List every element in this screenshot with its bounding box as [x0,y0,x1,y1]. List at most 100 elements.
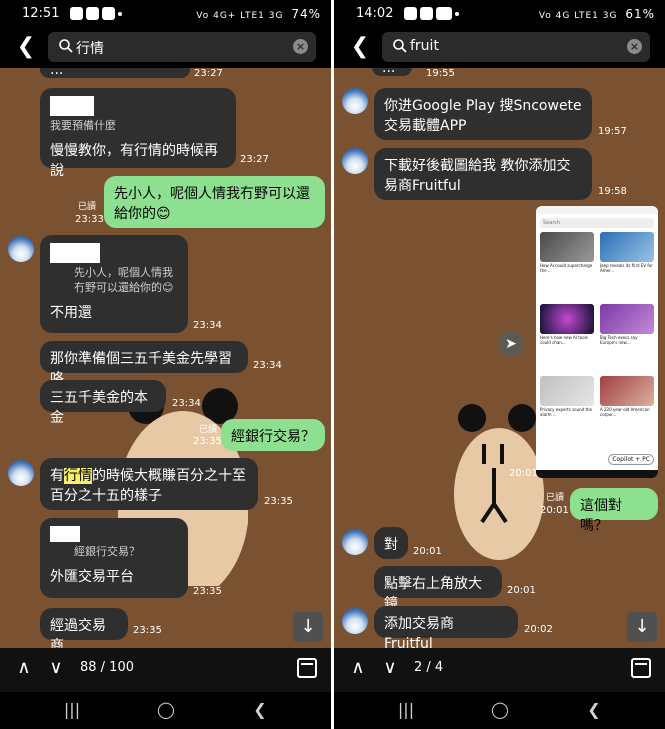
contact-avatar[interactable] [8,460,34,486]
status-time: 14:02 [356,6,394,21]
news-thumbnail [600,376,654,406]
message-time: 19:58 [598,186,627,197]
result-counter: 2 / 4 [414,660,444,675]
message-text: 添加交易商 Fruitful [384,616,468,648]
signal-text: Vo 4G+ LTE1 3G [196,11,284,21]
battery-level: 61% [625,7,655,21]
clear-icon[interactable]: × [627,39,642,54]
chevron-up-icon[interactable]: ∧ [346,656,370,680]
reply-message-bubble[interactable]: 經銀行交易？ 外匯交易平台 [40,518,188,598]
app-notification-icon [86,7,99,20]
message-time: 19:57 [598,126,627,137]
message-time: 20:01 [413,546,442,557]
message-time: 20:02 [524,624,553,635]
sent-message-bubble[interactable]: 經銀行交易？ [221,419,325,451]
message-time: 23:35 [133,625,162,636]
message-text: 經銀行交易？ [231,429,315,445]
more-notifications-dot-icon [455,12,459,16]
contact-avatar[interactable] [342,88,368,114]
chevron-up-icon[interactable]: ∧ [12,656,36,680]
message-bubble[interactable]: ... [372,68,412,76]
mini-status-bar [536,206,658,214]
clear-icon[interactable]: × [293,39,308,54]
message-bubble[interactable]: 經過交易商 [40,608,128,648]
news-thumbnail [540,376,594,406]
message-text: 經過交易商 [50,618,106,648]
search-input[interactable]: 行情 × [48,32,316,62]
reply-message-bubble[interactable]: 先小人，呢個人情我冇野可以還給你的😊 不用還 [40,235,188,333]
home-icon[interactable]: ◯ [154,700,178,720]
battery-level: 74% [291,7,321,21]
android-navigation-bar: ||| ◯ ❮ [0,692,331,729]
home-icon[interactable]: ◯ [488,700,512,720]
scroll-down-icon[interactable]: ↓ [293,612,323,642]
message-time: 19:55 [426,68,455,79]
message-time: 23:34 [172,398,201,409]
android-navigation-bar: ||| ◯ ❮ [334,692,665,729]
message-time: 20:01 [540,505,569,516]
chat-area[interactable]: ... 19:55 你进Google Play 搜Sncowete交易載體APP… [334,68,665,648]
message-text: 你进Google Play 搜Sncowete交易載體APP [384,98,582,134]
news-tile: How AI could supercharge the ... [540,232,594,273]
quoted-text: 我要預備什麼 [50,119,116,132]
shared-screenshot-image[interactable]: Search How AI could supercharge the ... … [536,206,658,478]
message-bubble[interactable]: 三五千美金的本金 [40,380,166,426]
news-tile: Here's how new AI tools could chan... [540,304,594,345]
message-time: 20:01 [507,585,536,596]
message-time: 23:35 [193,586,222,597]
message-text: 這個對嗎？ [580,498,622,534]
chevron-down-icon[interactable]: ∨ [378,656,402,680]
message-time: 23:34 [193,320,222,331]
message-time: 23:35 [193,436,222,447]
system-indicators: Vo 4G LTE1 3G 61% [539,7,655,21]
contact-avatar[interactable] [342,529,368,555]
search-icon [59,39,73,53]
status-bar: 14:02 Vo 4G LTE1 3G 61% [334,0,665,28]
quoted-text: 先小人，呢個人情我冇野可以還給你的😊 [74,266,174,294]
message-bubble[interactable]: 你进Google Play 搜Sncowete交易載體APP [374,88,592,140]
message-bubble[interactable]: 添加交易商 Fruitful [374,606,518,648]
back-arrow-icon[interactable]: ❮ [14,34,38,60]
message-bubble[interactable]: 點擊右上角放大鏡 [374,566,502,612]
message-bubble[interactable]: 對 [374,527,408,559]
media-notification-icon [436,7,452,20]
contact-avatar[interactable] [342,148,368,174]
search-input[interactable]: fruit × [382,32,650,62]
nav-back-icon[interactable]: ❮ [582,700,606,720]
copilot-badge: Copilot + PC [608,454,654,465]
mini-search-box: Search [540,218,654,228]
nav-back-icon[interactable]: ❮ [248,700,272,720]
message-time: 23:34 [253,360,282,371]
contact-avatar[interactable] [342,608,368,634]
message-time: 23:27 [194,68,223,79]
read-receipt: 已讀 [546,493,565,503]
recents-icon[interactable]: ||| [394,700,418,720]
system-indicators: Vo 4G+ LTE1 3G 74% [196,7,321,21]
gallery-notification-icon [404,7,417,20]
chevron-down-icon[interactable]: ∨ [44,656,68,680]
message-text: 下載好後截圖給我 教你添加交易商Fruitful [384,158,571,194]
contact-avatar[interactable] [8,236,34,262]
message-bubble[interactable]: 有行情的時候大概賺百分之十至百分之十五的樣子 [40,458,258,510]
sent-message-bubble[interactable]: 這個對嗎？ [570,488,658,534]
message-bubble[interactable]: 下載好後截圖給我 教你添加交易商Fruitful [374,148,592,200]
message-bubble[interactable]: ... [40,68,190,78]
message-time: 23:33 [75,214,104,225]
message-time: 23:35 [264,496,293,507]
scroll-down-icon[interactable]: ↓ [627,612,657,642]
share-icon[interactable]: ➤ [498,331,524,357]
signal-text: Vo 4G LTE1 3G [538,11,618,21]
message-bubble[interactable]: 那你準備個三五千美金先學習咯 [40,341,248,387]
back-arrow-icon[interactable]: ❮ [348,34,372,60]
recents-icon[interactable]: ||| [60,700,84,720]
sent-message-bubble[interactable]: 先小人，呢個人情我冇野可以還給你的😊 [104,176,325,228]
calendar-icon[interactable] [631,658,651,678]
k-app-notification-icon [102,7,115,20]
message-text: 先小人，呢個人情我冇野可以還給你的😊 [114,186,310,222]
chat-area[interactable]: ... 23:27 我要預備什麼 慢慢教你，有行情的時候再說 23:27 已讀 … [0,68,331,648]
news-tile: Privacy experts sound the alarm ... [540,376,594,417]
read-receipt: 已讀 [78,202,97,212]
reply-message-bubble[interactable]: 我要預備什麼 慢慢教你，有行情的時候再說 [40,88,236,179]
notification-icons [70,7,122,20]
calendar-icon[interactable] [297,658,317,678]
